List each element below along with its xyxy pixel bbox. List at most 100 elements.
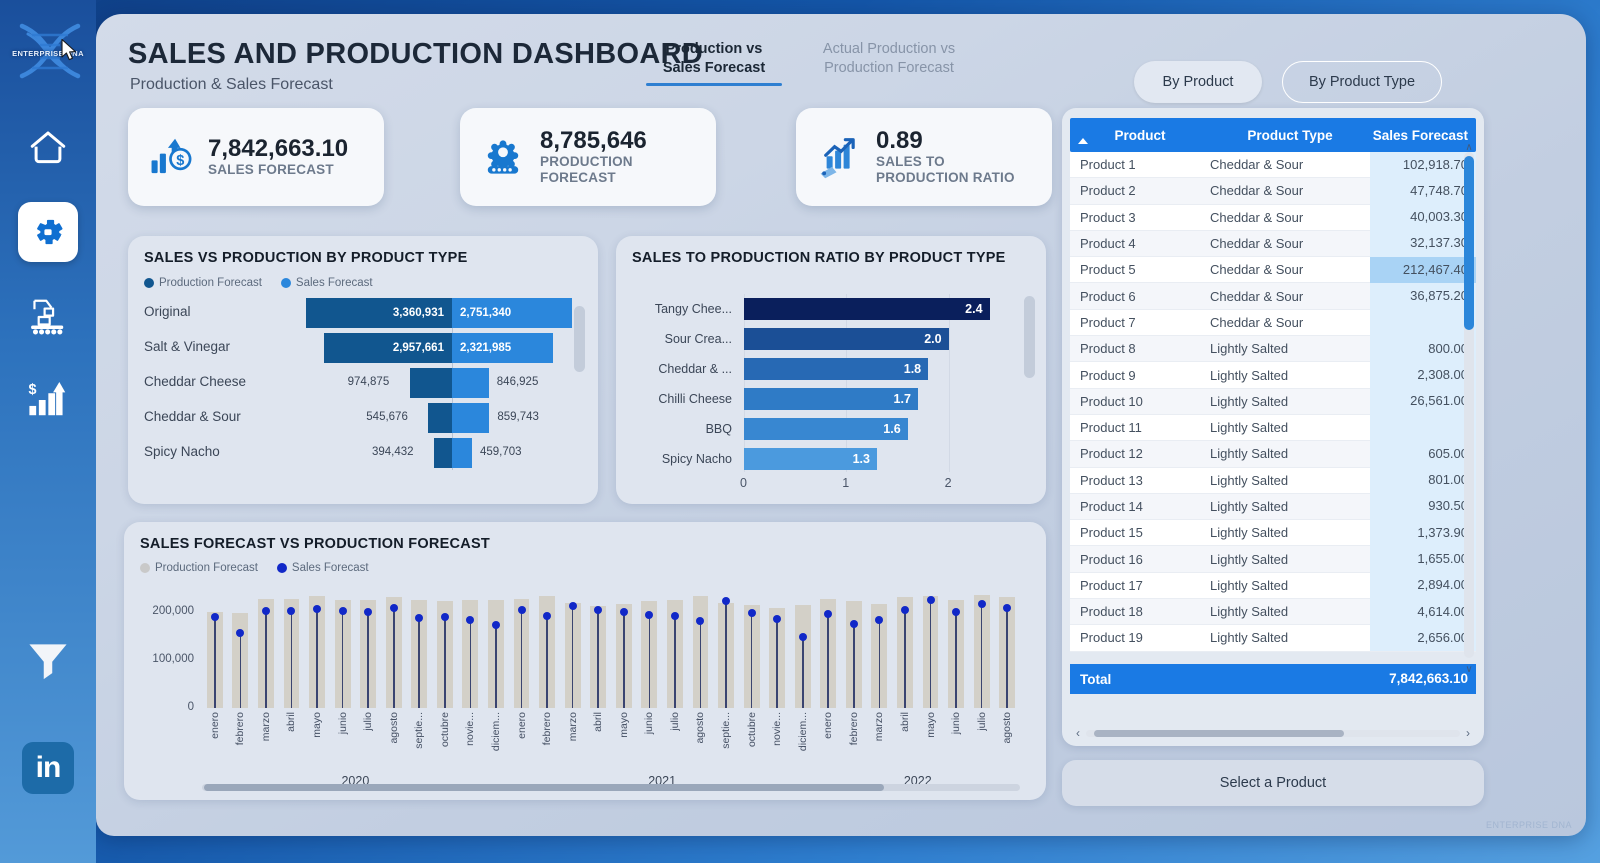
butterfly-bar-sales-forecast[interactable]: 2,321,985 — [452, 333, 553, 363]
filter-by-product-type-button[interactable]: By Product Type — [1282, 61, 1442, 103]
table-row[interactable]: Product 10 Lightly Salted 26,561.00 — [1070, 388, 1476, 415]
butterfly-bar-sales-forecast[interactable] — [452, 438, 472, 468]
butterfly-bar-production-forecast[interactable] — [409, 368, 452, 398]
ratio-bar[interactable]: 1.8 — [744, 358, 929, 380]
tab-actual-production-vs-production-forecast[interactable]: Actual Production vs Production Forecast — [804, 40, 974, 78]
table-vertical-scrollbar-thumb[interactable] — [1464, 156, 1474, 330]
ratio-bar[interactable]: 1.6 — [744, 418, 908, 440]
butterfly-row[interactable]: Cheddar Cheese 974,875 846,925 — [128, 368, 598, 398]
trend-marker[interactable] — [849, 619, 858, 628]
trend-marker[interactable] — [568, 602, 577, 611]
table-row[interactable]: Product 14 Lightly Salted 930.50 — [1070, 493, 1476, 521]
table-row[interactable]: Product 5 Cheddar & Sour 212,467.40 — [1070, 256, 1476, 284]
table-scroll-right-arrow[interactable]: › — [1460, 726, 1476, 740]
butterfly-bar-production-forecast[interactable] — [428, 403, 452, 433]
ratio-scrollbar[interactable] — [1024, 296, 1035, 378]
butterfly-row[interactable]: Cheddar & Sour 545,676 859,743 — [128, 403, 598, 433]
ratio-value-label: 1.3 — [852, 452, 870, 466]
table-header-product-type[interactable]: Product Type — [1210, 118, 1370, 152]
trend-stem — [597, 610, 599, 708]
table-row[interactable]: Product 16 Lightly Salted 1,655.00 — [1070, 545, 1476, 573]
table-row[interactable]: Product 9 Lightly Salted 2,308.00 — [1070, 361, 1476, 389]
table-scroll-up-arrow[interactable]: ∧ — [1464, 142, 1474, 153]
select-a-product-label: Select a Product — [1219, 775, 1327, 791]
table-row[interactable]: Product 2 Cheddar & Sour 47,748.70 — [1070, 177, 1476, 205]
filter-by-product-button[interactable]: By Product — [1134, 61, 1262, 103]
sidebar-item-sales[interactable]: $ — [18, 370, 78, 430]
butterfly-bar-production-forecast[interactable]: 2,957,661 — [323, 333, 452, 363]
table-row[interactable]: Product 4 Cheddar & Sour 32,137.30 — [1070, 230, 1476, 258]
table-row[interactable]: Product 11 Lightly Salted — [1070, 414, 1476, 442]
trend-marker[interactable] — [900, 605, 909, 614]
butterfly-bar-sales-forecast[interactable]: 2,751,340 — [452, 298, 572, 328]
ratio-row[interactable]: Tangy Chee... 2.4 — [616, 298, 1046, 320]
table-row[interactable]: Product 3 Cheddar & Sour 40,003.30 — [1070, 204, 1476, 231]
butterfly-row[interactable]: Original 3,360,931 2,751,340 — [128, 298, 598, 328]
chart-title: SALES TO PRODUCTION RATIO BY PRODUCT TYP… — [632, 250, 1006, 266]
butterfly-bar-sales-forecast[interactable] — [452, 368, 489, 398]
trend-marker[interactable] — [389, 603, 398, 612]
table-row[interactable]: Product 15 Lightly Salted 1,373.90 — [1070, 519, 1476, 547]
table-horizontal-scrollbar-thumb[interactable] — [1094, 729, 1344, 737]
butterfly-bar-sales-forecast[interactable] — [452, 403, 490, 433]
ratio-row[interactable]: Sour Crea... 2.0 — [616, 328, 1046, 350]
cell-product: Product 15 — [1080, 525, 1143, 541]
ratio-bar[interactable]: 1.7 — [744, 388, 918, 410]
table-header-product[interactable]: Product — [1070, 118, 1210, 152]
ratio-bar[interactable]: 2.0 — [744, 328, 949, 350]
table-row[interactable]: Product 18 Lightly Salted 4,614.00 — [1070, 598, 1476, 626]
ratio-row[interactable]: Spicy Nacho 1.3 — [616, 448, 1046, 470]
table-row[interactable]: Product 1 Cheddar & Sour 102,918.70 — [1070, 152, 1476, 179]
trend-marker[interactable] — [338, 607, 347, 616]
sidebar-item-home[interactable] — [18, 118, 78, 178]
table-row[interactable]: Product 8 Lightly Salted 800.00 — [1070, 335, 1476, 363]
table-row[interactable]: Product 19 Lightly Salted 2,656.00 — [1070, 624, 1476, 652]
table-row[interactable]: Product 7 Cheddar & Sour — [1070, 309, 1476, 337]
ratio-row[interactable]: BBQ 1.6 — [616, 418, 1046, 440]
sidebar-item-filter[interactable] — [18, 630, 78, 690]
ratio-row[interactable]: Chilli Cheese 1.7 — [616, 388, 1046, 410]
kpi-label-line1: PRODUCTION — [540, 154, 633, 170]
sort-ascending-icon[interactable] — [1078, 138, 1088, 144]
trend-stem — [444, 616, 446, 708]
tab-production-vs-sales-forecast[interactable]: Production vs Sales Forecast — [644, 40, 784, 86]
table-horizontal-scrollbar-track[interactable] — [1086, 729, 1460, 737]
table-scroll-left-arrow[interactable]: ‹ — [1070, 726, 1086, 740]
butterfly-category-label: Cheddar Cheese — [144, 374, 247, 389]
butterfly-bar-production-forecast[interactable] — [434, 438, 452, 468]
trend-marker[interactable] — [236, 628, 245, 637]
trend-marker[interactable] — [440, 612, 449, 621]
trend-marker[interactable] — [210, 612, 219, 621]
table-scroll-down-arrow[interactable]: ∨ — [1464, 664, 1474, 675]
select-a-product-button[interactable]: Select a Product — [1062, 760, 1484, 806]
butterfly-row[interactable]: Spicy Nacho 394,432 459,703 — [128, 438, 598, 468]
trend-marker[interactable] — [773, 614, 782, 623]
table-row[interactable]: Product 13 Lightly Salted 801.00 — [1070, 467, 1476, 494]
brand-logo[interactable]: ENTERPRISE DNA — [2, 18, 94, 94]
cell-sales-forecast: 26,561.00 — [1370, 388, 1476, 415]
ratio-bar[interactable]: 2.4 — [744, 298, 990, 320]
trend-marker[interactable] — [952, 607, 961, 616]
sidebar-item-settings[interactable] — [18, 202, 78, 262]
svg-text:$: $ — [176, 153, 184, 169]
trend-marker[interactable] — [747, 608, 756, 617]
trend-marker[interactable] — [261, 606, 270, 615]
trend-marker[interactable] — [926, 595, 935, 604]
ratio-row[interactable]: Cheddar & ... 1.8 — [616, 358, 1046, 380]
trend-scrollbar-thumb[interactable] — [204, 784, 884, 791]
sidebar-item-linkedin[interactable]: in — [22, 742, 74, 794]
sidebar-item-production[interactable] — [18, 286, 78, 346]
butterfly-row[interactable]: Salt & Vinegar 2,957,661 2,321,985 — [128, 333, 598, 363]
ratio-bar[interactable]: 1.3 — [744, 448, 877, 470]
table-row[interactable]: Product 17 Lightly Salted 2,894.00 — [1070, 572, 1476, 600]
table-row[interactable]: Product 6 Cheddar & Sour 36,875.20 — [1070, 282, 1476, 310]
table-header-sales-forecast[interactable]: Sales Forecast — [1370, 118, 1476, 152]
trend-marker[interactable] — [619, 607, 628, 616]
trend-marker[interactable] — [977, 600, 986, 609]
cell-product: Product 5 — [1080, 262, 1136, 278]
mouse-cursor — [61, 38, 76, 61]
trend-marker[interactable] — [517, 606, 526, 615]
table-row[interactable]: Product 12 Lightly Salted 605.00 — [1070, 440, 1476, 468]
butterfly-scrollbar[interactable] — [574, 306, 585, 372]
butterfly-bar-production-forecast[interactable]: 3,360,931 — [306, 298, 452, 328]
